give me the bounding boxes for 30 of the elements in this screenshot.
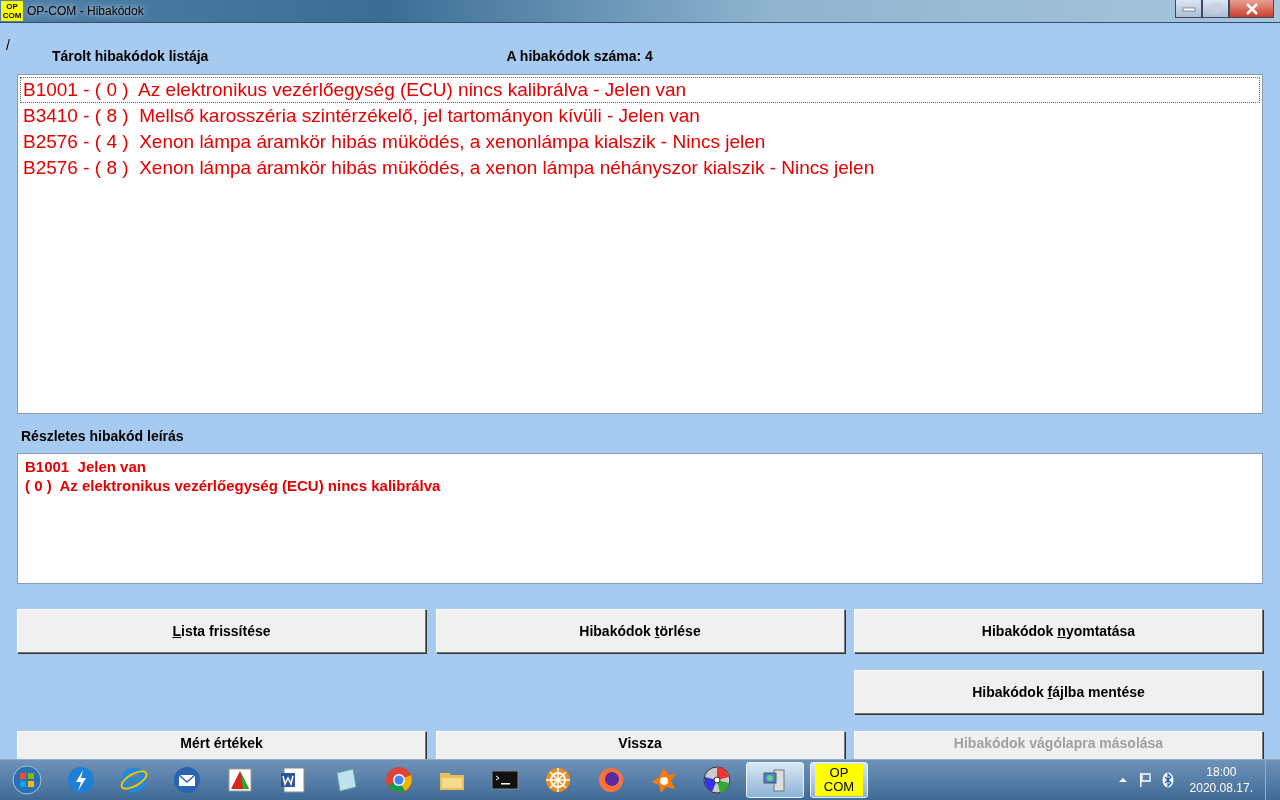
marker-text: / bbox=[6, 37, 10, 53]
detail-line: B1001 Jelen van bbox=[25, 457, 147, 476]
detail-title: Részletes hibakód leírás bbox=[20, 428, 185, 444]
minimize-button[interactable] bbox=[1175, 0, 1202, 18]
action-button[interactable]: Hibakódok fájlba mentése bbox=[854, 670, 1263, 714]
fault-code-item[interactable]: B3410 - ( 8 ) Mellső karosszéria szintérzékelő, jel tartományon kívüli - Jelen van bbox=[20, 103, 1260, 129]
restore-icon bbox=[1208, 2, 1223, 15]
window-title: OP-COM - Hibakódok bbox=[27, 4, 144, 18]
bluetooth-icon[interactable] bbox=[1161, 772, 1174, 788]
fault-code-item[interactable]: B1001 - ( 0 ) Az elektronikus vezérlőegység (ECU) nincs kalibrálva - Jelen van bbox=[20, 77, 1260, 103]
taskbar-icon[interactable] bbox=[746, 762, 804, 798]
app-icon: OP COM bbox=[1, 1, 23, 21]
fault-code-item[interactable]: B2576 - ( 8 ) Xenon lámpa áramkör hibás müködés, a xenon lámpa néhányszor kialszik - Nincs jelen bbox=[20, 155, 1260, 181]
action-button[interactable]: Hibakódok törlése bbox=[435, 609, 845, 653]
code-count: A hibakódok száma: 4 bbox=[506, 48, 653, 64]
maximize-button[interactable] bbox=[1202, 0, 1229, 18]
action-button[interactable]: Vissza bbox=[435, 731, 845, 759]
close-button[interactable] bbox=[1229, 0, 1274, 18]
minimize-icon bbox=[1181, 4, 1196, 13]
action-button[interactable]: Mért értékek bbox=[17, 731, 426, 759]
show-hidden-icons[interactable] bbox=[1117, 775, 1128, 785]
list-title: Tárolt hibakódok listája bbox=[52, 48, 209, 64]
clock[interactable]: 18:00 2020.08.17. bbox=[1189, 764, 1253, 796]
close-icon bbox=[1244, 2, 1259, 15]
detail-line: ( 0 ) Az elektronikus vezérlőegység (ECU) nincs kalibrálva bbox=[25, 476, 442, 495]
action-button[interactable]: Hibakódok nyomtatása bbox=[854, 609, 1263, 653]
taskbar-app-button[interactable]: OP COM bbox=[810, 762, 868, 798]
action-button[interactable]: Lista frissítése bbox=[17, 609, 426, 653]
flag-icon[interactable] bbox=[1137, 772, 1152, 788]
fault-code-item[interactable]: B2576 - ( 4 ) Xenon lámpa áramkör hibás müködés, a xenonlámpa kialszik - Nincs jelen bbox=[20, 129, 1260, 155]
